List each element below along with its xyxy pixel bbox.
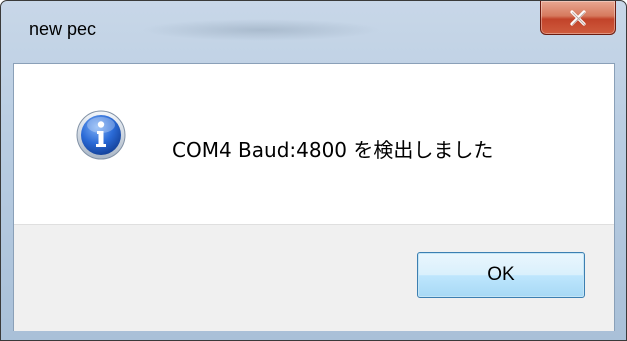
message-area: COM4 Baud:4800 を検出しました bbox=[14, 64, 614, 224]
dialog-client-area: COM4 Baud:4800 を検出しました OK bbox=[13, 63, 615, 331]
info-icon bbox=[76, 110, 126, 160]
message-dialog-window: new pec COM4 Baud:4800 を検出しました OK bbox=[0, 0, 627, 341]
close-icon bbox=[570, 9, 586, 26]
title-bar[interactable]: new pec bbox=[1, 1, 626, 63]
close-button[interactable] bbox=[540, 1, 616, 35]
window-title: new pec bbox=[29, 19, 97, 39]
message-text: COM4 Baud:4800 を検出しました bbox=[172, 138, 494, 162]
ok-button[interactable]: OK bbox=[417, 252, 585, 298]
title-bar-glass bbox=[141, 19, 381, 41]
button-bar: OK bbox=[14, 224, 614, 331]
